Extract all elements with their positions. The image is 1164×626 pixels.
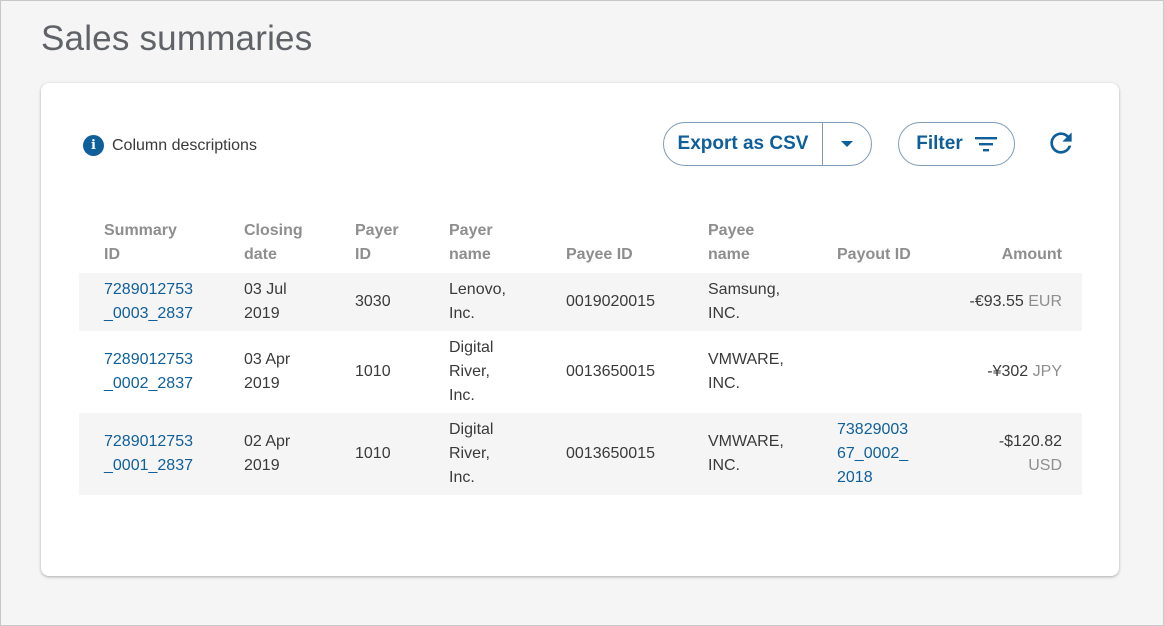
closing-date-cell: 03 Jul 2019 — [219, 273, 330, 331]
summary-id-link[interactable]: 7289012753_0001_2837 — [104, 430, 200, 478]
amount-cell: -€93.55 EUR — [938, 273, 1082, 331]
table-row: 7289012753_0001_2837 02 Apr 2019 1010 Di… — [79, 413, 1082, 495]
summary-id-cell: 7289012753_0001_2837 — [79, 413, 219, 495]
header-payee-name[interactable]: Payee name — [683, 213, 812, 273]
summary-id-cell: 7289012753_0002_2837 — [79, 331, 219, 413]
export-button-group: Export as CSV — [663, 122, 872, 166]
closing-date-cell: 03 Apr 2019 — [244, 351, 291, 392]
table-header-row: Summary ID Closing date Payer ID Payer n… — [79, 213, 1082, 273]
closing-date-cell: 02 Apr 2019 — [219, 413, 330, 495]
header-payer-name[interactable]: Payer name — [424, 213, 541, 273]
sales-summaries-table: Summary ID Closing date Payer ID Payer n… — [79, 213, 1082, 495]
filter-button[interactable]: Filter — [898, 122, 1015, 166]
header-payer-id[interactable]: Payer ID — [330, 213, 424, 273]
summary-id-link[interactable]: 7289012753_0003_2837 — [104, 278, 200, 326]
payer-name-cell: Lenovo, Inc. — [424, 273, 541, 331]
header-payee-id[interactable]: Payee ID — [541, 213, 683, 273]
header-summary-id[interactable]: Summary ID — [79, 213, 219, 273]
payout-id-cell — [812, 331, 938, 413]
export-csv-button[interactable]: Export as CSV — [664, 123, 823, 165]
payer-id-cell: 1010 — [355, 363, 391, 380]
payer-id-cell: 3030 — [330, 273, 424, 331]
payee-name-cell: VMWARE, INC. — [708, 351, 784, 392]
currency-code: JPY — [1032, 363, 1062, 380]
payee-id-cell: 0013650015 — [541, 413, 683, 495]
column-descriptions-link[interactable]: i Column descriptions — [83, 135, 257, 156]
summary-id-link[interactable]: 7289012753_0002_2837 — [104, 348, 200, 396]
refresh-icon — [1050, 132, 1072, 154]
amount-cell: -$120.82 USD — [938, 413, 1082, 495]
payer-name-cell: Digital River, Inc. — [449, 339, 494, 404]
table-row: 7289012753_0003_2837 03 Jul 2019 3030 Le… — [79, 273, 1082, 331]
header-amount[interactable]: Amount — [938, 213, 1082, 273]
payee-name-cell: Samsung, INC. — [683, 273, 812, 331]
payee-name-cell: VMWARE, INC. — [683, 413, 812, 495]
currency-code: EUR — [1028, 293, 1062, 310]
info-icon: i — [83, 135, 104, 156]
payout-id-link[interactable]: 7382900367_0002_2018 — [837, 418, 917, 490]
summary-id-cell: 7289012753_0003_2837 — [79, 273, 219, 331]
page-title: Sales summaries — [41, 19, 313, 58]
refresh-button[interactable] — [1043, 125, 1079, 161]
payee-id-cell: 0019020015 — [541, 273, 683, 331]
payee-id-cell: 0013650015 — [566, 363, 655, 380]
payer-name-cell: Digital River, Inc. — [424, 413, 541, 495]
amount-cell: -¥302 JPY — [987, 363, 1062, 380]
caret-down-icon — [841, 141, 853, 147]
export-options-dropdown[interactable] — [823, 123, 871, 165]
header-payout-id[interactable]: Payout ID — [812, 213, 938, 273]
payout-id-cell — [812, 273, 938, 331]
sales-summaries-card: i Column descriptions Export as CSV Filt… — [41, 83, 1119, 576]
column-descriptions-label: Column descriptions — [112, 136, 257, 154]
filter-icon — [974, 137, 997, 152]
payout-id-cell: 7382900367_0002_2018 — [812, 413, 938, 495]
payer-id-cell: 1010 — [330, 413, 424, 495]
filter-label: Filter — [916, 133, 963, 154]
header-closing-date[interactable]: Closing date — [219, 213, 330, 273]
table-row: 7289012753_0002_2837 03 Apr 2019 1010 Di… — [79, 331, 1082, 413]
currency-code: USD — [1028, 457, 1062, 474]
